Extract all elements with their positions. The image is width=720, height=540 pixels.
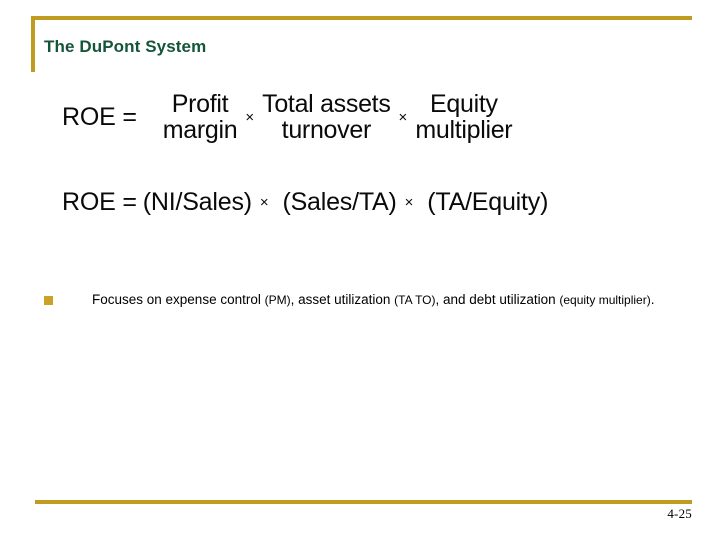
equation1-term1-numerator: Profit [171,90,229,118]
title-top-rule [31,16,692,20]
slide-canvas: The DuPont System ROE = Profit margin × … [0,0,720,540]
equation-line-1: ROE = Profit margin × Total assets turno… [62,90,513,144]
equation2-term-ta-equity: (TA/Equity) [427,188,549,216]
multiplication-icon: × [259,194,269,211]
multiplication-icon: × [245,109,255,126]
equation-line-2: ROE = (NI/Sales) × (Sales/TA) × (TA/Equi… [62,188,548,217]
equation2-term-sales-ta: (Sales/TA) [282,188,397,216]
equation1-term2-numerator: Total assets [262,90,391,118]
bullet-item-label: Focuses on expense control (PM), asset u… [92,290,654,310]
bullet-text-part-4: (TA TO) [394,293,436,307]
bullet-text-part-6: (equity multiplier) [559,293,651,307]
equation1-term-profit-margin: Profit margin [162,90,238,144]
bullet-text-part-2: (PM) [264,293,291,307]
equation1-term3-numerator: Equity [429,90,498,118]
multiplication-icon: × [398,109,408,126]
bullet-text-part-7: . [650,292,655,307]
square-bullet-icon [44,296,53,305]
equation1-lhs: ROE = [62,103,137,131]
multiplication-icon: × [404,194,414,211]
page-title: The DuPont System [44,37,207,56]
bullet-list-item: Focuses on expense control (PM), asset u… [44,290,664,310]
equation1-term-equity-multiplier: Equity multiplier [415,90,513,144]
title-left-rule [31,16,35,72]
bullet-text-part-3: , asset utilization [290,292,395,307]
equation1-term-total-assets-turnover: Total assets turnover [262,90,391,144]
equation1-term1-denominator: margin [162,115,238,144]
equation2-term-ni-sales: (NI/Sales) [142,188,252,216]
bullet-text-part-5: , and debt utilization [435,292,560,307]
equation2-lhs: ROE = [62,188,137,216]
page-number: 4-25 [667,506,692,521]
footer-rule [35,500,692,504]
equation1-term2-denominator: turnover [281,115,372,144]
bullet-text-part-1: Focuses on expense control [92,292,265,307]
equation1-term3-denominator: multiplier [415,115,513,144]
